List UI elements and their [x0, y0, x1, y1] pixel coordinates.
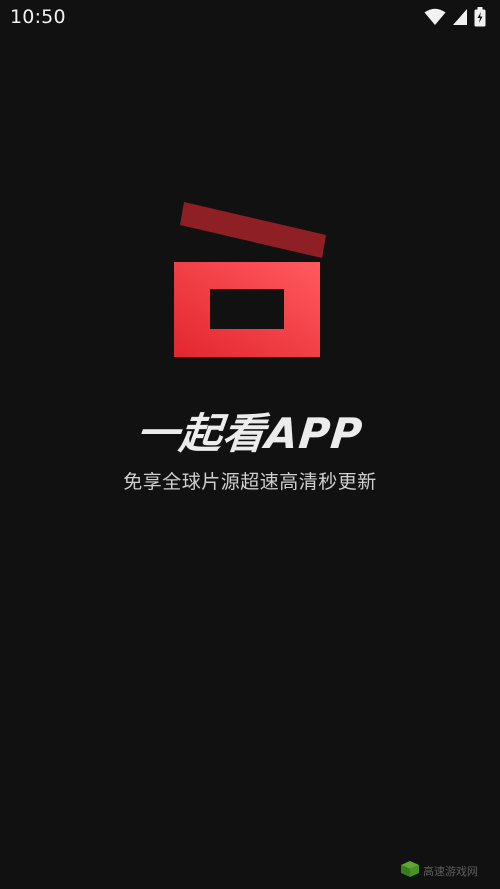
battery-icon — [474, 7, 486, 31]
app-title: 一起看APP — [134, 409, 366, 458]
watermark: 高速游戏网 — [401, 861, 478, 881]
wifi-icon — [424, 8, 446, 30]
cube-logo-icon — [401, 861, 419, 881]
signal-icon — [452, 8, 468, 30]
app-tagline: 免享全球片源超速高清秒更新 — [123, 471, 377, 493]
watermark-text: 高速游戏网 — [423, 865, 478, 878]
clapperboard-icon — [168, 196, 332, 364]
status-time: 10:50 — [10, 6, 66, 28]
status-bar: 10:50 — [0, 0, 500, 34]
status-icons — [424, 7, 486, 31]
splash-screen: 10:50 一起看APP 免享全球片源超速高清秒更新 高速游戏网 — [0, 0, 500, 889]
